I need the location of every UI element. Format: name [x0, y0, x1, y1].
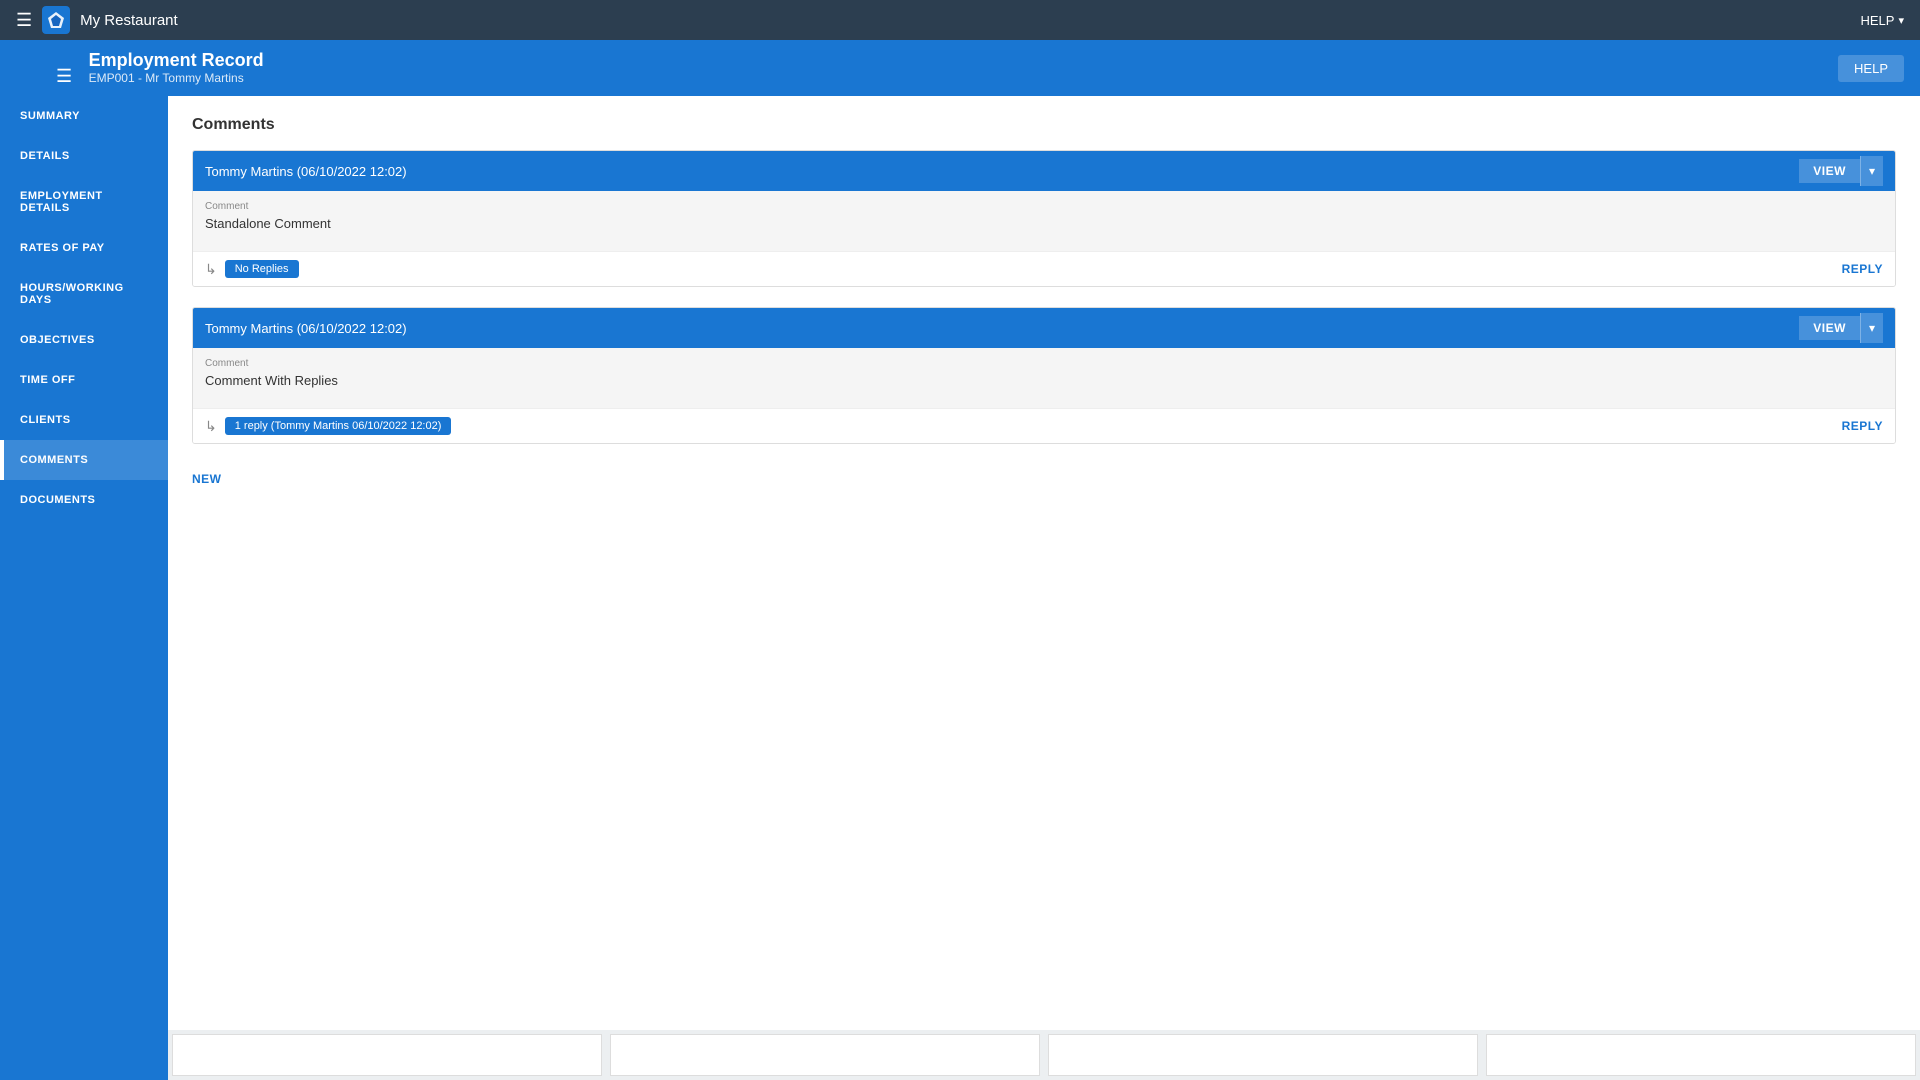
reply-button-1[interactable]: REPLY — [1842, 262, 1883, 276]
modal-title: Comments — [192, 116, 1896, 134]
app-title: My Restaurant — [80, 12, 178, 29]
employee-subtitle: EMP001 - Mr Tommy Martins — [89, 71, 264, 85]
sidebar: SUMMARY DETAILS EMPLOYMENT DETAILS RATES… — [0, 96, 168, 1080]
sub-header-info: ☰ Employment Record EMP001 - Mr Tommy Ma… — [56, 50, 264, 87]
sidebar-item-employment-details[interactable]: EMPLOYMENT DETAILS — [0, 176, 168, 228]
sidebar-item-time-off[interactable]: TIME OFF — [0, 360, 168, 400]
comment-card-1: Tommy Martins (06/10/2022 12:02) VIEW ▾ … — [192, 150, 1896, 287]
comment-card-2: Tommy Martins (06/10/2022 12:02) VIEW ▾ … — [192, 307, 1896, 444]
no-replies-badge-1[interactable]: No Replies — [225, 260, 299, 278]
reply-arrow-icon-1: ↳ — [205, 261, 217, 278]
replies-section-1: ↳ No Replies — [205, 260, 299, 278]
top-nav-right: HELP ▾ — [1861, 13, 1905, 28]
view-button-2[interactable]: VIEW — [1799, 316, 1860, 340]
reply-button-2[interactable]: REPLY — [1842, 419, 1883, 433]
comment-label-2: Comment — [205, 358, 1883, 369]
view-dropdown-button-1[interactable]: ▾ — [1860, 156, 1883, 186]
comments-modal: Comments Tommy Martins (06/10/2022 12:02… — [168, 96, 1920, 1030]
sidebar-item-details[interactable]: DETAILS — [0, 136, 168, 176]
comment-footer-1: ↳ No Replies REPLY — [193, 251, 1895, 286]
sub-header-text: Employment Record EMP001 - Mr Tommy Mart… — [89, 50, 264, 85]
comment-header-actions-2: VIEW ▾ — [1799, 313, 1883, 343]
bg-row-cell-3 — [1048, 1034, 1478, 1076]
main-layout: SUMMARY DETAILS EMPLOYMENT DETAILS RATES… — [0, 96, 1920, 1080]
help-dropdown-icon[interactable]: ▾ — [1898, 14, 1904, 27]
comment-footer-2: ↳ 1 reply (Tommy Martins 06/10/2022 12:0… — [193, 408, 1895, 443]
bg-row-cell-2 — [610, 1034, 1040, 1076]
replies-section-2: ↳ 1 reply (Tommy Martins 06/10/2022 12:0… — [205, 417, 451, 435]
bg-row-cell-1 — [172, 1034, 602, 1076]
comment-label-1: Comment — [205, 201, 1883, 212]
sidebar-item-objectives[interactable]: OBJECTIVES — [0, 320, 168, 360]
bg-row-cell-4 — [1486, 1034, 1916, 1076]
new-comment-button[interactable]: NEW — [192, 464, 222, 494]
view-dropdown-button-2[interactable]: ▾ — [1860, 313, 1883, 343]
sub-header: ☰ Employment Record EMP001 - Mr Tommy Ma… — [0, 40, 1920, 96]
hamburger-icon[interactable]: ☰ — [16, 10, 32, 31]
top-nav-left: ☰ My Restaurant — [16, 6, 178, 34]
comment-author-1: Tommy Martins (06/10/2022 12:02) — [205, 164, 407, 179]
sidebar-item-clients[interactable]: CLIENTS — [0, 400, 168, 440]
comment-body-2: Comment Comment With Replies — [193, 348, 1895, 408]
comment-header-1: Tommy Martins (06/10/2022 12:02) VIEW ▾ — [193, 151, 1895, 191]
sub-header-menu-icon[interactable]: ☰ — [56, 66, 72, 86]
content-area: Comments Tommy Martins (06/10/2022 12:02… — [168, 96, 1920, 1080]
sidebar-item-summary[interactable]: SUMMARY — [0, 96, 168, 136]
background-rows — [168, 1030, 1920, 1080]
sidebar-item-comments[interactable]: COMMENTS — [0, 440, 168, 480]
comment-text-1: Standalone Comment — [205, 216, 1883, 231]
comment-text-2: Comment With Replies — [205, 373, 1883, 388]
sub-header-help-button[interactable]: HELP — [1838, 55, 1904, 82]
reply-badge-2[interactable]: 1 reply (Tommy Martins 06/10/2022 12:02) — [225, 417, 452, 435]
top-nav: ☰ My Restaurant HELP ▾ — [0, 0, 1920, 40]
comment-author-2: Tommy Martins (06/10/2022 12:02) — [205, 321, 407, 336]
comment-header-2: Tommy Martins (06/10/2022 12:02) VIEW ▾ — [193, 308, 1895, 348]
comment-header-actions-1: VIEW ▾ — [1799, 156, 1883, 186]
employment-record-title: Employment Record — [89, 50, 264, 71]
comment-body-1: Comment Standalone Comment — [193, 191, 1895, 251]
new-button-container: NEW — [192, 464, 1896, 494]
sidebar-item-rates-of-pay[interactable]: RATES OF PAY — [0, 228, 168, 268]
modal-body: Comments Tommy Martins (06/10/2022 12:02… — [168, 96, 1920, 1030]
sidebar-item-hours-working-days[interactable]: HOURS/WORKING DAYS — [0, 268, 168, 320]
top-nav-help-button[interactable]: HELP — [1861, 13, 1895, 28]
reply-arrow-icon-2: ↳ — [205, 418, 217, 435]
sidebar-item-documents[interactable]: DOCUMENTS — [0, 480, 168, 520]
logo-icon — [46, 10, 66, 30]
view-button-1[interactable]: VIEW — [1799, 159, 1860, 183]
app-logo — [42, 6, 70, 34]
